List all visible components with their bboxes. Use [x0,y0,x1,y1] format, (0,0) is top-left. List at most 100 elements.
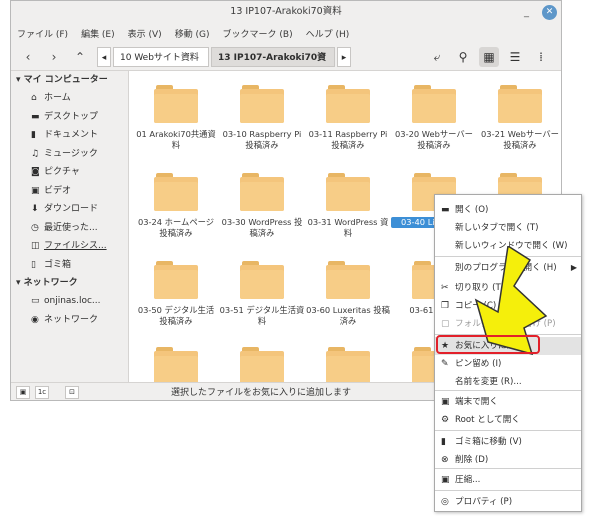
sidebar-item-label: onjinas.loc... [44,296,101,306]
menu-bookmarks[interactable]: ブックマーク (B) [223,27,293,40]
sidebar-item-network-0[interactable]: ▭ onjinas.loc... [11,292,128,311]
video-icon: ▣ [31,185,40,196]
folder-open-icon: ▬ [441,205,450,215]
folder-item[interactable]: 03-10 Raspberry Pi 投稿済み [219,85,305,151]
document-icon: ▮ [31,130,36,140]
sidebar-item-label: ネットワーク [44,314,99,325]
context-menu-label: Root として開く [455,415,520,425]
delete-icon: ⊗ [441,455,449,465]
context-menu-item[interactable]: ▣ 端末で開く [435,393,581,411]
home-icon: ⌂ [31,93,37,103]
folder-name: 03-60 Luxeritas 投稿済み [306,305,390,326]
menu-edit[interactable]: 編集 (E) [81,27,115,40]
folder-item[interactable] [305,347,391,382]
music-icon: ♫ [31,148,40,159]
places-toggle-button[interactable]: ▣ [16,386,30,399]
breadcrumb-item[interactable]: 10 Webサイト資料 [113,47,209,67]
sidebar-heading-computer[interactable]: ▾ マイ コンピューター [11,71,128,89]
context-menu-label: ピン留め (I) [455,359,502,369]
menu-view[interactable]: 表示 (V) [128,27,162,40]
folder-item[interactable]: 03-50 デジタル生活 投稿済み [133,261,219,327]
folder-name: 03-11 Raspberry Pi 投稿済み [308,129,388,150]
context-menu-item[interactable]: ✎ ピン留め (I) [435,355,581,373]
forward-icon[interactable]: › [45,48,63,66]
folder-item[interactable]: 01 Arakoki70共通資料 [133,85,219,151]
context-menu-item[interactable]: ▬ 開く (O) [435,201,581,219]
sidebar-item-computer-9[interactable]: ▯ ゴミ箱 [11,256,128,275]
network-drive-icon: ▭ [31,296,40,306]
cut-icon: ✂ [441,283,449,293]
sidebar-item-computer-0[interactable]: ⌂ ホーム [11,89,128,108]
breadcrumb-item-current[interactable]: 13 IP107-Arakoki70資料 [211,47,335,83]
sidebar-item-computer-1[interactable]: ▬ デスクトップ [11,108,128,127]
folder-item[interactable]: 03-21 Webサーバー 投稿済み [477,85,561,151]
crumb-left-icon[interactable]: ◂ [97,47,111,67]
folder-icon [240,261,284,299]
copy-icon: ❐ [441,301,450,311]
hide-sidebar-button[interactable]: ⊡ [65,386,79,399]
close-button[interactable]: ✕ [542,5,557,20]
folder-icon [412,85,456,123]
icon-view-icon[interactable]: ▦ [479,47,499,67]
sidebar-item-computer-5[interactable]: ▣ ビデオ [11,182,128,201]
context-menu-item[interactable]: ▮ ゴミ箱に移動 (V) [435,433,581,451]
context-menu-label: 新しいタブで開く (T) [455,223,539,233]
folder-item[interactable] [133,347,219,382]
folder-icon [240,173,284,211]
sidebar-item-computer-3[interactable]: ♫ ミュージック [11,145,128,164]
context-menu-item[interactable]: 名前を変更 (R)... [435,373,581,391]
folder-item[interactable]: 03-11 Raspberry Pi 投稿済み [305,85,391,151]
context-menu-item[interactable]: ⚙ Root として開く [435,411,581,429]
context-menu-label: 開く (O) [455,205,489,215]
folder-item[interactable]: 03-24 ホームページ 投稿済み [133,173,219,239]
minimize-button[interactable]: _ [519,5,534,20]
status-text: 選択したファイルをお気に入りに追加します [171,388,352,398]
sidebar-item-computer-6[interactable]: ⬇ ダウンロード [11,200,128,219]
folder-item[interactable]: 03-30 WordPress 投稿済み [219,173,305,239]
crumb-right-icon[interactable]: ▸ [337,47,351,67]
menu-file[interactable]: ファイル (F) [17,27,68,40]
download-icon: ⬇ [31,204,39,214]
back-icon[interactable]: ‹ [19,48,37,66]
menu-separator [435,430,581,431]
folder-item[interactable]: 03-60 Luxeritas 投稿済み [305,261,391,327]
folder-icon [154,173,198,211]
folder-item[interactable]: 03-51 デジタル生活資料 [219,261,305,327]
sidebar-item-computer-2[interactable]: ▮ ドキュメント [11,126,128,145]
folder-name: 03-50 デジタル生活 投稿済み [137,305,215,326]
sidebar-item-label: デスクトップ [44,111,99,122]
sidebar-item-computer-7[interactable]: ◷ 最近使った... [11,219,128,238]
context-menu-item[interactable]: ◎ プロパティ (P) [435,493,581,511]
context-menu-label: 圧縮... [455,475,481,485]
highlight-box-annotation [436,335,540,354]
menu-go[interactable]: 移動 (G) [175,27,210,40]
folder-icon [326,85,370,123]
up-icon[interactable]: ⌃ [71,48,89,66]
trash-icon: ▯ [31,259,36,270]
context-menu-item[interactable]: 新しいタブで開く (T) [435,219,581,237]
folder-item[interactable]: 03-20 Webサーバー 投稿済み [391,85,477,151]
title-bar: 13 IP107-Arakoki70資料 _ ✕ [11,1,561,23]
folder-icon [326,347,370,382]
sidebar-heading-network[interactable]: ▾ ネットワーク [11,274,128,292]
sidebar-item-network-1[interactable]: ◉ ネットワーク [11,311,128,330]
menu-bar: ファイル (F) 編集 (E) 表示 (V) 移動 (G) ブックマーク (B)… [11,23,561,43]
list-view-icon[interactable]: ☰ [505,47,525,67]
picture-icon: ◙ [31,167,40,177]
folder-item[interactable]: 03-31 WordPress 資料 [305,173,391,239]
search-icon[interactable]: ⚲ [453,47,473,67]
toggle-location-icon[interactable]: ⤶ [427,47,447,67]
menu-help[interactable]: ヘルプ (H) [306,27,350,40]
sidebar-item-computer-4[interactable]: ◙ ピクチャ [11,163,128,182]
trash-icon: ▮ [441,437,446,447]
context-menu-label: ゴミ箱に移動 (V) [455,437,522,447]
context-menu-item[interactable]: ▣ 圧縮... [435,471,581,489]
sidebar-item-computer-8[interactable]: ◫ ファイルシス... [11,237,128,256]
folder-icon [154,85,198,123]
sidebar: ▾ マイ コンピューター ⌂ ホーム ▬ デスクトップ ▮ ドキュメント ♫ ミュージック ◙ ピ… [11,71,129,382]
folder-item[interactable] [219,347,305,382]
compress-icon: ▣ [441,475,450,485]
compact-view-icon[interactable]: ⁞ [531,47,551,67]
tree-toggle-button[interactable]: 1c [35,386,49,399]
context-menu-item[interactable]: ⊗ 削除 (D) [435,451,581,469]
